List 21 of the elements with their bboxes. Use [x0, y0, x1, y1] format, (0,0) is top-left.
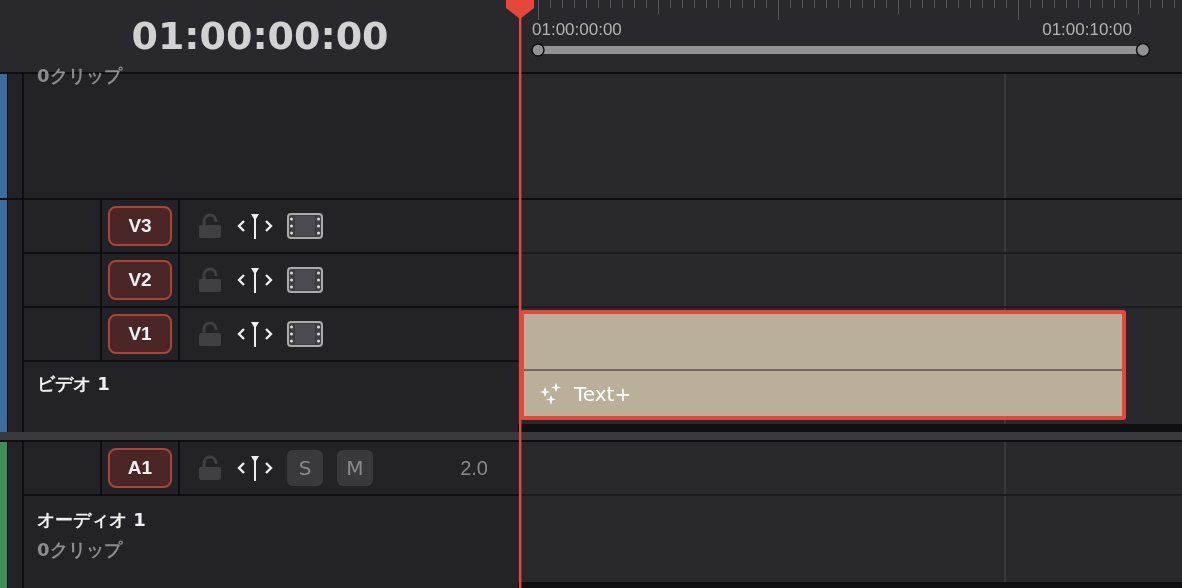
film-icon[interactable]: [287, 213, 323, 239]
ruler-timecode: 01:00:00:00: [532, 20, 622, 40]
track-toggle[interactable]: A1: [108, 448, 172, 488]
track-toggle[interactable]: V1: [108, 314, 172, 354]
clip-title: Text+: [574, 381, 632, 406]
trim-icon[interactable]: [237, 320, 273, 348]
track-name: ビデオ 1: [37, 372, 111, 396]
ruler-timecode: 01:00:10:00: [1042, 20, 1132, 40]
track-toggle[interactable]: V3: [108, 206, 172, 246]
track-toggle[interactable]: V2: [108, 260, 172, 300]
trim-icon[interactable]: [237, 266, 273, 294]
film-icon[interactable]: [287, 267, 323, 293]
track-name: オーディオ 1: [37, 508, 147, 532]
film-icon[interactable]: [287, 321, 323, 347]
trim-icon[interactable]: [237, 454, 273, 482]
channel-format: 2.0: [460, 456, 488, 480]
zoom-scrollbar[interactable]: [531, 42, 1151, 58]
clip-count: 0クリップ: [37, 64, 124, 88]
timecode: 01:00:00:00: [130, 14, 389, 58]
trim-icon[interactable]: [237, 212, 273, 240]
clip-count: 0クリップ: [37, 538, 124, 562]
